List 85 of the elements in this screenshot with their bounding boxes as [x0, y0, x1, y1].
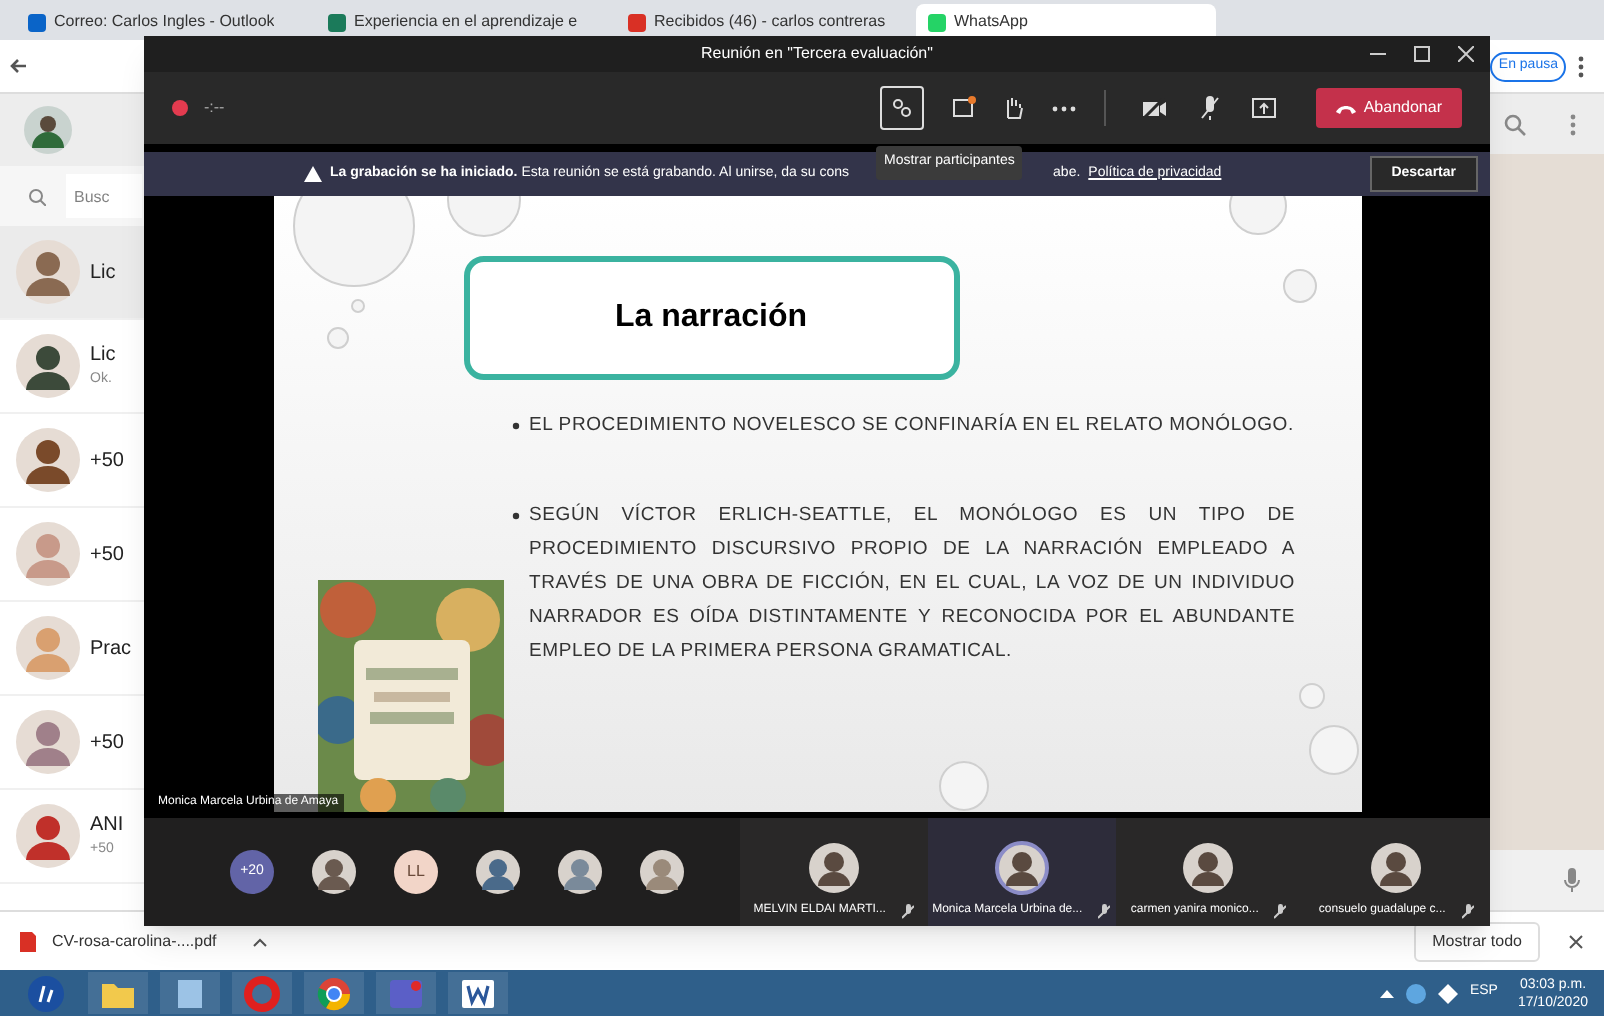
mic-off-icon: [901, 903, 914, 919]
network-icon[interactable]: [1405, 983, 1426, 1003]
search-field[interactable]: Busc: [66, 174, 142, 218]
mic-off-icon[interactable]: [1199, 96, 1220, 120]
water-drop: [1282, 269, 1316, 303]
contact-name: Lic: [90, 342, 116, 371]
water-drop: [938, 761, 988, 811]
contact-avatar: [16, 428, 80, 492]
tab-icon: [928, 13, 946, 31]
participant-avatar: [1180, 840, 1237, 896]
participant-avatar: [993, 840, 1050, 896]
contact-avatar: [16, 240, 80, 304]
chat-item[interactable]: +50: [0, 414, 144, 508]
water-drop: [1228, 196, 1286, 235]
chat-item[interactable]: Lic: [0, 226, 144, 320]
slide-title: La narración: [614, 298, 808, 338]
participant-avatar[interactable]: [558, 850, 602, 894]
chevron-up-icon[interactable]: [252, 935, 269, 947]
contact-name: +50: [90, 541, 124, 569]
camera-off-icon[interactable]: [1141, 98, 1168, 118]
folder-icon[interactable]: [88, 972, 148, 1014]
window-title: Reunión en "Tercera evaluación": [701, 42, 933, 66]
contact-name: Lic: [90, 259, 116, 287]
browser-tab[interactable]: Correo: Carlos Ingles - Outlook: [16, 4, 316, 40]
word-processor-icon[interactable]: [448, 972, 508, 1014]
mic-off-icon: [1461, 903, 1474, 919]
browser-tab[interactable]: Recibidos (46) - carlos contreras: [616, 4, 916, 40]
water-drop: [1298, 683, 1324, 709]
participant-avatar[interactable]: [640, 850, 684, 894]
hand-icon[interactable]: [1003, 96, 1024, 120]
meeting-timer: -:--: [204, 96, 225, 120]
chevron-up-icon[interactable]: [1379, 988, 1394, 998]
bullet-text: SEGÚN VÍCTOR ERLICH-SEATTLE, EL MONÓLOGO ES UN TIPO DE PROCEDIMIENTO DISCURSIVO PROPIO DE LA NARRACIÓN EMPLEADO A TRAVÉS DE UNA OBRA DE FICCIÓN, EN EL CUAL, LA VOZ DE UN INDIVIDUO NARRADOR ES OÍDA DISTINTAMENTE Y RECONOCIDA POR EL ABUNDANTE EMPLEO DE LA PRIMERA PERSONA GRAMATICAL.: [529, 501, 1295, 666]
water-drop: [292, 196, 414, 287]
tab-icon: [328, 13, 346, 31]
share-screen-icon[interactable]: [1251, 97, 1276, 119]
hang-up-icon: [1335, 103, 1356, 113]
chat-item[interactable]: +50: [0, 696, 144, 790]
warning-icon: [304, 166, 322, 182]
mic-off-icon: [1274, 903, 1287, 919]
chat-icon[interactable]: [951, 96, 976, 120]
contact-avatar: [16, 334, 80, 398]
browser-icon[interactable]: [304, 972, 364, 1014]
back-icon[interactable]: [8, 56, 28, 76]
water-drop: [446, 196, 520, 237]
contact-avatar: [16, 522, 80, 586]
search-icon[interactable]: [1504, 113, 1526, 135]
bullet-icon: [511, 422, 519, 430]
initials-avatar[interactable]: LL: [394, 850, 438, 894]
chat-item[interactable]: Prac: [0, 602, 144, 696]
contact-avatar: [16, 710, 80, 774]
recording-icon: [172, 100, 188, 116]
profile-avatar[interactable]: [24, 106, 72, 154]
contact-name: +50: [90, 729, 124, 757]
water-drop: [1308, 725, 1358, 775]
bullet-text: EL PROCEDIMIENTO NOVELESCO SE CONFINARÍA EN EL RELATO MONÓLOGO.: [529, 411, 1294, 440]
participants-button[interactable]: [879, 86, 924, 130]
close-icon[interactable]: [1568, 933, 1584, 949]
chat-item[interactable]: +50: [0, 508, 144, 602]
download-file-name[interactable]: CV-rosa-carolina-....pdf: [52, 929, 217, 953]
participant-avatar[interactable]: [476, 850, 520, 894]
mic-off-icon: [1098, 903, 1111, 919]
contact-avatar: [16, 616, 80, 680]
bullet-icon: [511, 512, 519, 520]
more-options-icon[interactable]: [1051, 105, 1076, 111]
tab-icon: [28, 13, 46, 31]
contact-name: +50: [90, 447, 124, 475]
document-icon[interactable]: [160, 972, 220, 1014]
water-drop: [326, 327, 348, 349]
people-icon: [891, 98, 912, 118]
contact-avatar: [16, 804, 80, 868]
leave-button[interactable]: Abandonar: [1315, 88, 1462, 128]
menu-icon[interactable]: [1578, 55, 1584, 77]
microphone-icon[interactable]: [1564, 868, 1580, 892]
participant-avatar: [1368, 840, 1425, 896]
participant-avatar: [805, 840, 862, 896]
participant-avatar[interactable]: [312, 850, 356, 894]
contact-name: ANI: [90, 812, 124, 841]
tab-icon: [628, 13, 646, 31]
search-icon: [28, 187, 46, 205]
browser-tab[interactable]: Experiencia en el aprendizaje e: [316, 4, 616, 40]
pdf-icon: [20, 931, 36, 951]
water-drop: [350, 299, 364, 313]
maximize-icon[interactable]: [1414, 46, 1430, 62]
contact-name: Prac: [90, 635, 132, 663]
